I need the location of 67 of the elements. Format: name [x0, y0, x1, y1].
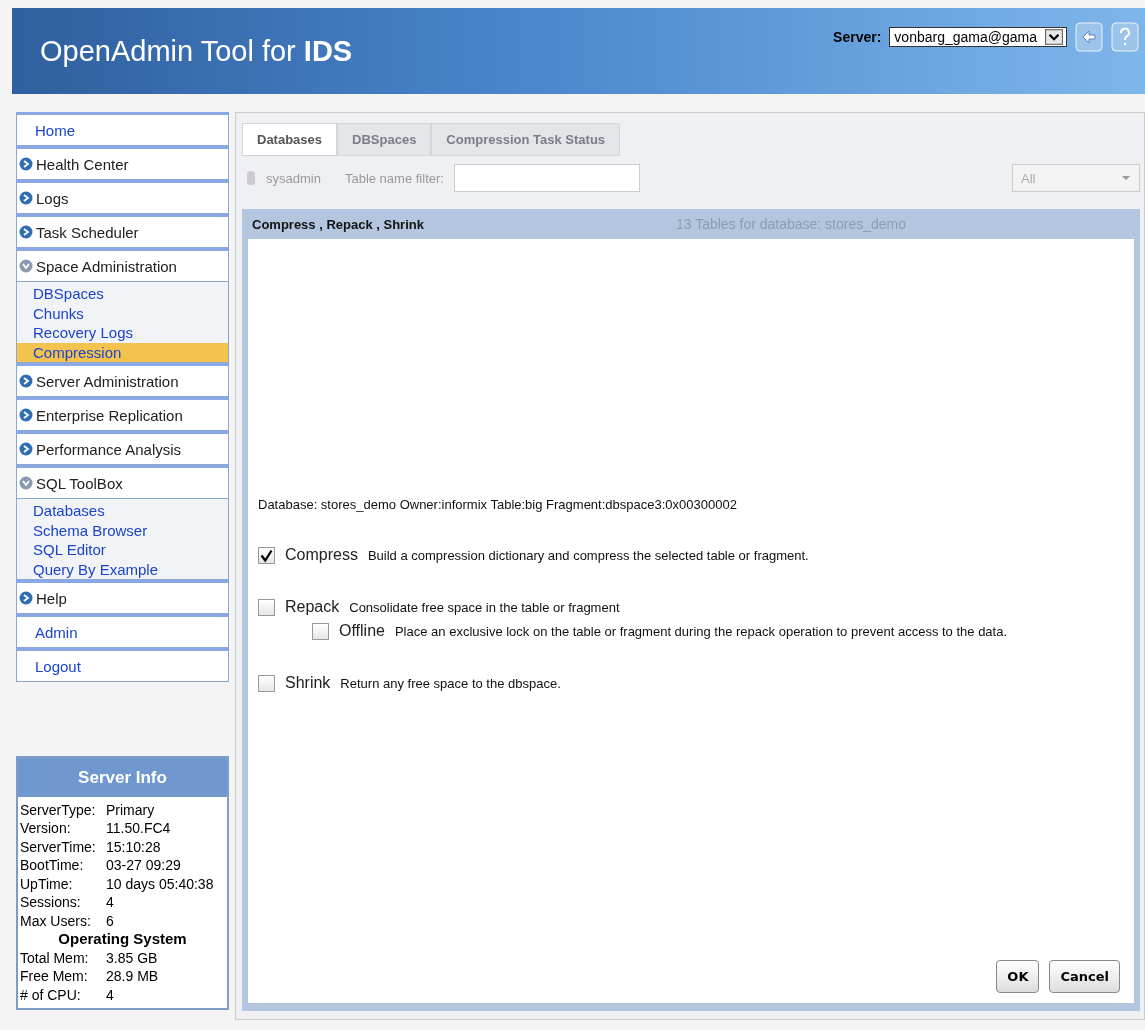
target-description: Database: stores_demo Owner:informix Table:big Fragment:dbspace3:0x00300002	[258, 497, 738, 512]
option-description: Consolidate free space in the table or fragment	[349, 599, 620, 615]
server-dropdown[interactable]: vonbarg_gama@gama	[889, 27, 1067, 47]
info-value: 6	[106, 911, 114, 930]
nav-subitem[interactable]: Databases	[17, 501, 228, 521]
info-label: UpTime:	[20, 874, 74, 893]
checkbox[interactable]	[312, 622, 329, 640]
option-label: Shrink	[285, 674, 331, 692]
info-label: Version:	[20, 819, 72, 838]
info-value: 28.9 MB	[106, 967, 159, 986]
nav-item[interactable]: Enterprise Replication	[16, 397, 229, 431]
nav-subitem[interactable]: DBSpaces	[17, 284, 228, 304]
ok-button[interactable]: OK	[996, 960, 1040, 993]
info-value: 11.50.FC4	[106, 819, 171, 838]
caret-icon	[1121, 175, 1131, 181]
info-value: 15:10:28	[106, 837, 161, 856]
option-label: Offline	[339, 622, 385, 640]
tab[interactable]: Databases	[242, 123, 338, 156]
info-label: Max Users:	[20, 911, 92, 930]
option-description: Place an exclusive lock on the table or fragment during the repack operation to prevent access to the data.	[394, 623, 1008, 639]
nav-item[interactable]: SQL ToolBox	[16, 465, 229, 499]
info-value: 03-27 09:29	[106, 856, 181, 875]
info-label: ServerType:	[20, 800, 97, 819]
cancel-button[interactable]: Cancel	[1049, 960, 1120, 993]
option-description: Return any free space to the dbspace.	[340, 675, 561, 691]
app-title: OpenAdmin Tool for IDS	[40, 34, 353, 68]
nav-item[interactable]: Task Scheduler	[16, 214, 229, 248]
nav-item[interactable]: Performance Analysis	[16, 431, 229, 465]
nav-subitem[interactable]: Query By Example	[17, 559, 228, 579]
nav-item[interactable]: Home	[16, 112, 229, 146]
section-heading: Operating System	[57, 930, 188, 949]
info-label: Total Mem:	[20, 948, 90, 967]
info-label: # of CPU:	[20, 985, 82, 1004]
nav-item[interactable]: Help	[16, 580, 229, 614]
nav-item[interactable]: Space Administration	[16, 248, 229, 282]
info-label: Free Mem:	[20, 967, 89, 986]
info-label: BootTime:	[20, 856, 85, 875]
help-icon[interactable]	[1111, 22, 1139, 52]
nav-item[interactable]: Server Administration	[16, 363, 229, 397]
info-label: Sessions:	[20, 893, 82, 912]
option-description: Build a compression dictionary and compress the selected table or fragment.	[367, 547, 809, 563]
panel-title: Server Info	[18, 757, 227, 797]
checkbox[interactable]	[258, 598, 275, 616]
nav-subitem[interactable]: Recovery Logs	[17, 323, 228, 343]
info-value: 4	[106, 985, 114, 1004]
option-label: Compress	[285, 546, 358, 564]
table-filter-field[interactable]	[453, 164, 640, 192]
nav-item[interactable]: Health Center	[16, 146, 229, 180]
info-value: 3.85 GB	[106, 948, 158, 967]
option-label: Repack	[285, 598, 340, 616]
info-label: ServerTime:	[20, 837, 97, 856]
nav-item[interactable]: Logs	[16, 180, 229, 214]
info-value: 4	[106, 893, 114, 912]
filter-label: Table name filter:	[344, 170, 444, 186]
database-icon	[246, 170, 256, 186]
nav-subitem[interactable]: SQL Editor	[17, 540, 228, 560]
info-value: Primary	[106, 800, 155, 819]
nav-subitem[interactable]: Schema Browser	[17, 520, 228, 540]
nav-subitem[interactable]: Compression	[17, 342, 228, 362]
server-label: Server:	[833, 29, 882, 45]
nav-item[interactable]: Logout	[16, 648, 229, 682]
nav-item[interactable]: Admin	[16, 614, 229, 648]
checkbox[interactable]	[258, 546, 275, 564]
nav-subitem[interactable]: Chunks	[17, 303, 228, 323]
checkbox[interactable]	[258, 674, 275, 692]
dialog-title: Compress , Repack , Shrink	[251, 216, 424, 232]
info-value: 10 days 05:40:38	[106, 874, 214, 893]
